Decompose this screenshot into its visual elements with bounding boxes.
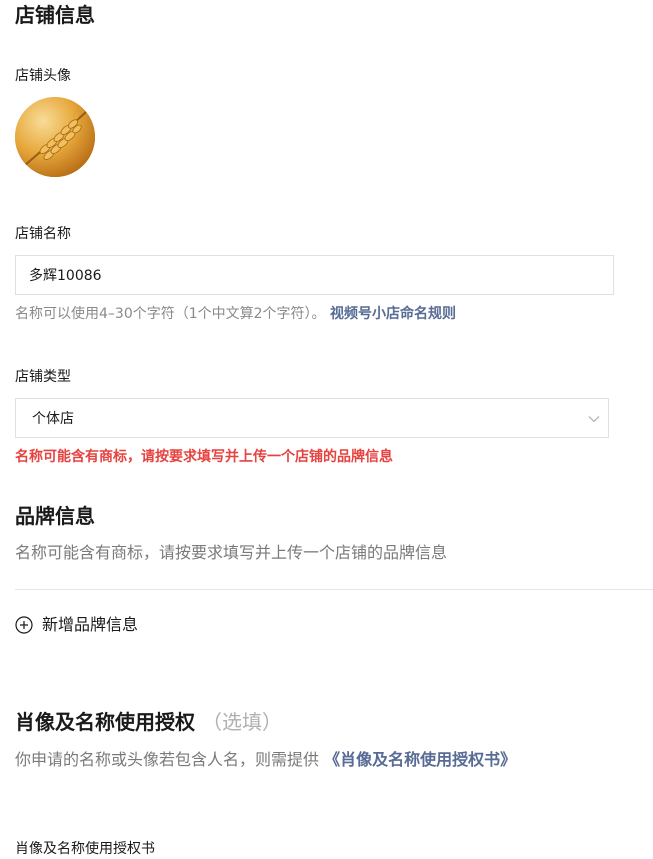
- authorization-description: 你申请的名称或头像若包含人名，则需提供 《肖像及名称使用授权书》: [15, 748, 516, 772]
- add-brand-label: 新增品牌信息: [42, 615, 139, 634]
- optional-tag: （选填）: [201, 710, 282, 734]
- naming-rules-link[interactable]: 视频号小店命名规则: [330, 306, 456, 322]
- store-type-error: 名称可能含有商标，请按要求填写并上传一个店铺的品牌信息: [15, 449, 393, 465]
- authorization-title: 肖像及名称使用授权: [15, 710, 195, 734]
- brand-info-heading: 品牌信息: [15, 504, 95, 528]
- store-name-hint-text: 名称可以使用4–30个字符（1个中文算2个字符）。: [15, 306, 326, 322]
- store-avatar[interactable]: [15, 97, 95, 177]
- authorization-description-text: 你申请的名称或头像若包含人名，则需提供: [15, 750, 320, 769]
- store-name-hint: 名称可以使用4–30个字符（1个中文算2个字符）。 视频号小店命名规则: [15, 304, 456, 324]
- divider: [15, 589, 653, 590]
- authorization-doc-link[interactable]: 《肖像及名称使用授权书》: [324, 750, 516, 769]
- store-type-value: 个体店: [32, 411, 74, 427]
- store-name-value: 多辉10086: [29, 268, 102, 284]
- store-type-select[interactable]: 个体店: [15, 398, 609, 438]
- brand-info-description: 名称可能含有商标，请按要求填写并上传一个店铺的品牌信息: [15, 543, 448, 562]
- store-type-label: 店铺类型: [15, 369, 71, 385]
- store-avatar-label: 店铺头像: [15, 68, 71, 84]
- authorization-doc-label: 肖像及名称使用授权书: [15, 841, 155, 857]
- plus-circle-icon: [15, 616, 33, 634]
- authorization-heading: 肖像及名称使用授权 （选填）: [15, 708, 282, 736]
- chevron-down-icon: [588, 416, 600, 423]
- store-name-label: 店铺名称: [15, 226, 71, 242]
- wheat-image: [15, 97, 95, 177]
- store-info-heading: 店铺信息: [15, 3, 95, 27]
- add-brand-button[interactable]: 新增品牌信息: [15, 614, 138, 636]
- store-name-input[interactable]: 多辉10086: [15, 255, 614, 295]
